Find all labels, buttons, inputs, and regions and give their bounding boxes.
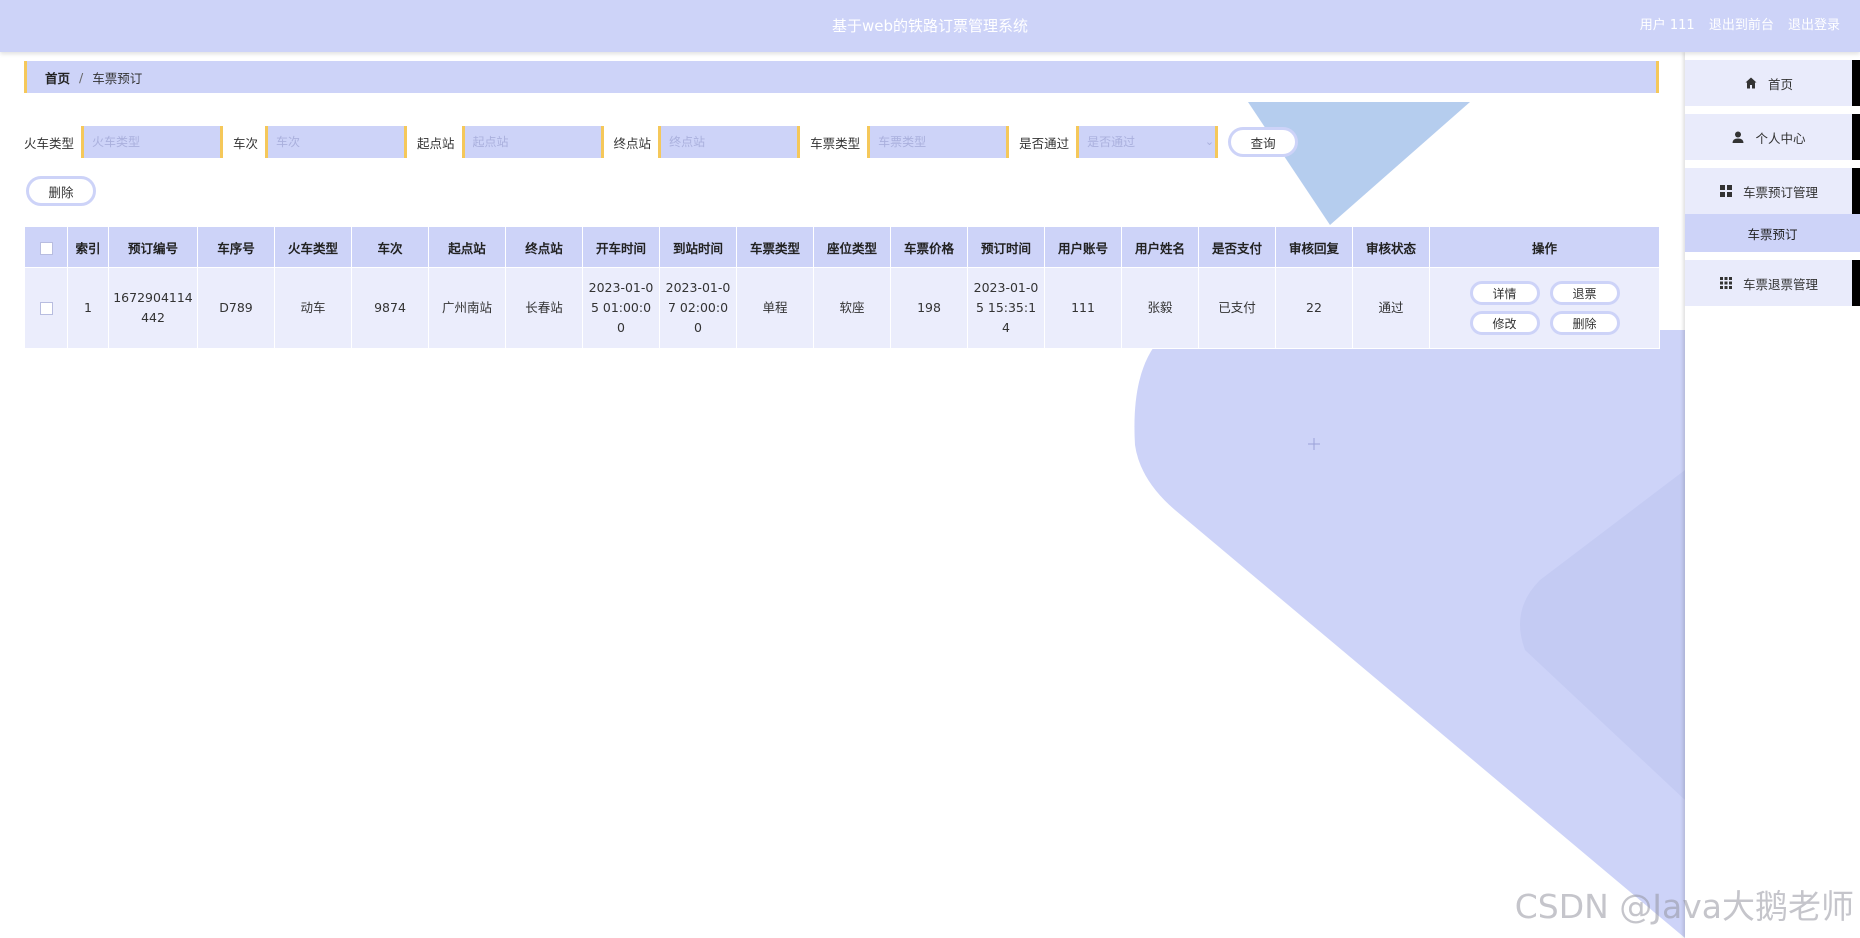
sidebar-item-booking-management[interactable]: 车票预订管理 <box>1685 168 1860 214</box>
col-header: 用户姓名 <box>1121 226 1199 268</box>
row-select-cell <box>24 267 68 349</box>
cell-price: 198 <box>890 267 968 349</box>
edit-button[interactable]: 修改 <box>1469 311 1540 335</box>
sidebar-item-label: 个人中心 <box>1755 130 1806 146</box>
cell-train-no: 9874 <box>351 267 429 349</box>
sidebar-item-home[interactable]: 首页 <box>1685 60 1860 106</box>
col-header: 到站时间 <box>659 226 737 268</box>
sidebar-item-profile[interactable]: 个人中心 <box>1685 114 1860 160</box>
home-icon <box>1745 77 1757 89</box>
cell-booking-no: 1672904114442 <box>108 267 198 349</box>
col-header: 操作 <box>1429 226 1660 268</box>
table-header-row: 索引 预订编号 车序号 火车类型 车次 起点站 终点站 开车时间 到站时间 车票… <box>24 226 1660 268</box>
train-type-label: 火车类型 <box>24 135 75 151</box>
train-no-label: 车次 <box>233 135 259 151</box>
app-title: 基于web的铁路订票管理系统 <box>831 17 1029 35</box>
detail-button[interactable]: 详情 <box>1469 281 1540 305</box>
end-station-label: 终点站 <box>613 135 652 151</box>
search-bar: 火车类型 车次 起点站 终点站 车票类型 是否通过 ⌄ 查询 <box>24 126 1299 158</box>
col-header: 车票类型 <box>736 226 814 268</box>
sidebar-item-refund-management[interactable]: 车票退票管理 <box>1685 260 1860 306</box>
ticket-table: 索引 预订编号 车序号 火车类型 车次 起点站 终点站 开车时间 到站时间 车票… <box>24 226 1660 349</box>
cell-ticket-type: 单程 <box>736 267 814 349</box>
chevron-down-icon: ⌄ <box>1204 135 1215 148</box>
col-header: 预订时间 <box>967 226 1045 268</box>
ticket-type-input[interactable] <box>867 126 1010 158</box>
row-checkbox[interactable] <box>39 302 53 315</box>
breadcrumb-separator: / <box>79 69 84 85</box>
sidebar: 首页 个人中心 车票预订管理 车票预订 车票退票管理 <box>1685 52 1860 938</box>
col-header: 终点站 <box>505 226 583 268</box>
breadcrumb-current: 车票预订 <box>92 70 143 86</box>
passed-select-wrapper: ⌄ <box>1076 126 1228 158</box>
col-header: 预订编号 <box>108 226 198 268</box>
sidebar-item-label: 首页 <box>1767 76 1793 92</box>
select-all-cell <box>24 226 68 268</box>
cell-start: 广州南站 <box>428 267 506 349</box>
start-station-input[interactable] <box>461 126 604 158</box>
user-icon <box>1732 131 1744 143</box>
cell-train-type: 动车 <box>274 267 352 349</box>
train-type-input[interactable] <box>81 126 224 158</box>
cell-paid: 已支付 <box>1198 267 1276 349</box>
watermark: CSDN @Java大鹅老师 <box>1514 887 1854 926</box>
query-button[interactable]: 查询 <box>1228 127 1299 157</box>
passed-label: 是否通过 <box>1019 135 1070 151</box>
refund-button[interactable]: 退票 <box>1549 281 1620 305</box>
col-header: 开车时间 <box>582 226 660 268</box>
passed-select[interactable] <box>1076 126 1219 158</box>
cell-account: 111 <box>1044 267 1122 349</box>
cell-reply: 22 <box>1275 267 1353 349</box>
batch-delete-button[interactable]: 删除 <box>26 176 96 206</box>
sidebar-item-label: 车票退票管理 <box>1742 276 1818 292</box>
top-header: 基于web的铁路订票管理系统 用户 111 退出到前台 退出登录 <box>0 0 1860 52</box>
col-header: 起点站 <box>428 226 506 268</box>
crosshair-cursor-icon <box>1308 438 1320 450</box>
col-header: 车序号 <box>197 226 275 268</box>
col-header: 审核状态 <box>1352 226 1430 268</box>
col-header: 审核回复 <box>1275 226 1353 268</box>
col-header: 用户账号 <box>1044 226 1122 268</box>
operation-buttons: 详情 退票 修改 删除 <box>1434 281 1655 335</box>
cell-car-no: D789 <box>197 267 275 349</box>
select-all-checkbox[interactable] <box>39 241 53 255</box>
user-label: 用户 111 <box>1639 18 1695 33</box>
col-header: 索引 <box>67 226 109 268</box>
col-header: 座位类型 <box>813 226 891 268</box>
col-header: 车次 <box>351 226 429 268</box>
breadcrumb: 首页 / 车票预订 <box>24 61 1659 93</box>
cell-arrive: 2023-01-07 02:00:00 <box>659 267 737 349</box>
user-area: 用户 111 退出到前台 退出登录 <box>1630 0 1840 52</box>
back-to-front-link[interactable]: 退出到前台 <box>1709 18 1774 33</box>
table-row: 1 1672904114442 D789 动车 9874 广州南站 长春站 20… <box>24 267 1660 349</box>
cell-status: 通过 <box>1352 267 1430 349</box>
col-header: 车票价格 <box>890 226 968 268</box>
cell-name: 张毅 <box>1121 267 1199 349</box>
cell-index: 1 <box>67 267 109 349</box>
train-no-input[interactable] <box>265 126 408 158</box>
cell-depart: 2023-01-05 01:00:00 <box>582 267 660 349</box>
logout-link[interactable]: 退出登录 <box>1788 18 1840 33</box>
cell-book-time: 2023-01-05 15:35:14 <box>967 267 1045 349</box>
sidebar-item-label: 车票预订管理 <box>1742 184 1818 200</box>
start-station-label: 起点站 <box>417 135 455 151</box>
ticket-type-label: 车票类型 <box>810 135 861 151</box>
row-delete-button[interactable]: 删除 <box>1549 311 1620 335</box>
cell-operations: 详情 退票 修改 删除 <box>1429 267 1660 349</box>
col-header: 火车类型 <box>274 226 352 268</box>
breadcrumb-home[interactable]: 首页 <box>45 68 70 87</box>
sidebar-subitem-booking[interactable]: 车票预订 <box>1685 214 1860 252</box>
apps-icon <box>1719 277 1732 289</box>
main-content: 首页 / 车票预订 火车类型 车次 起点站 终点站 车票类型 是否通过 ⌄ 查询… <box>0 52 1685 938</box>
grid-icon <box>1719 185 1732 197</box>
action-row: 删除 <box>26 176 96 206</box>
end-station-input[interactable] <box>658 126 801 158</box>
cell-seat-type: 软座 <box>813 267 891 349</box>
cell-end: 长春站 <box>505 267 583 349</box>
col-header: 是否支付 <box>1198 226 1276 268</box>
